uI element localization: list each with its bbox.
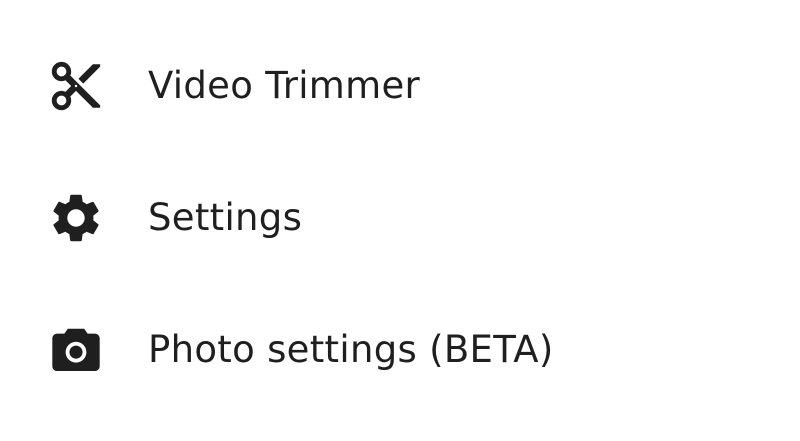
menu-item-label: Photo settings (BETA) bbox=[148, 328, 554, 371]
menu-item-label: Settings bbox=[148, 196, 303, 239]
menu-item-photo-settings[interactable]: Photo settings (BETA) bbox=[0, 295, 800, 405]
menu-item-label: Video Trimmer bbox=[148, 64, 421, 107]
camera-icon bbox=[47, 321, 105, 379]
scissors-icon bbox=[47, 57, 105, 115]
gear-icon bbox=[47, 189, 105, 247]
menu-item-settings[interactable]: Settings bbox=[0, 163, 800, 273]
menu-item-video-trimmer[interactable]: Video Trimmer bbox=[0, 31, 800, 141]
overflow-menu: Video Trimmer Settings Photo settings (B… bbox=[0, 0, 800, 441]
